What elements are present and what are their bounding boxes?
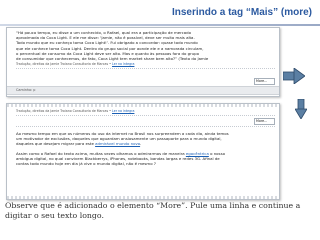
dotted-separator [16, 68, 275, 70]
quoted-paragraph: “Há pouco tempo, eu disse a um conhecido… [7, 28, 279, 61]
source-credit: Tradução, direitos da Jamie Troiano Cons… [7, 107, 279, 114]
brave-new-world-link[interactable]: admirável mundo novo [95, 141, 140, 146]
more-tag-field[interactable]: More... [254, 118, 275, 125]
dotted-separator [16, 115, 275, 116]
paragraph-line: contas todo mundo hoje em dia já vive o … [16, 161, 156, 167]
slide-caption: Observe que é adicionado o elemento “Mor… [5, 201, 301, 220]
egocentric-link[interactable]: egocêntrica [186, 151, 209, 156]
read-full-link[interactable]: Ler na íntegra [112, 109, 134, 113]
credit-text: Tradução, direitos da Jamie Troiano Cons… [16, 62, 111, 67]
slide-title: Inserindo a tag “Mais” (more) [171, 7, 312, 18]
body-paragraph: Assim como o Rafael do texto acima, muit… [7, 147, 279, 167]
editor-status-bar: Caminho: p [7, 86, 279, 95]
more-tag-field[interactable]: More... [254, 78, 275, 85]
editor-screenshot-after: Tradução, direitos da Jamie Troiano Cons… [6, 103, 280, 200]
credit-text: Tradução, direitos da Jamie Troiano Cons… [16, 109, 111, 113]
read-full-link[interactable]: Ler na íntegra [112, 62, 134, 66]
title-divider [0, 24, 320, 26]
body-paragraph: Ao mesmo tempo em que os números do uso … [7, 127, 279, 147]
arrow-down-icon [295, 99, 307, 119]
arrow-right-icon [283, 68, 305, 84]
source-credit: Tradução, direitos da Jamie Troiano Cons… [7, 61, 279, 67]
editor-screenshot-before: “Há pouco tempo, eu disse a um conhecido… [6, 27, 280, 97]
torn-edge [7, 196, 279, 199]
